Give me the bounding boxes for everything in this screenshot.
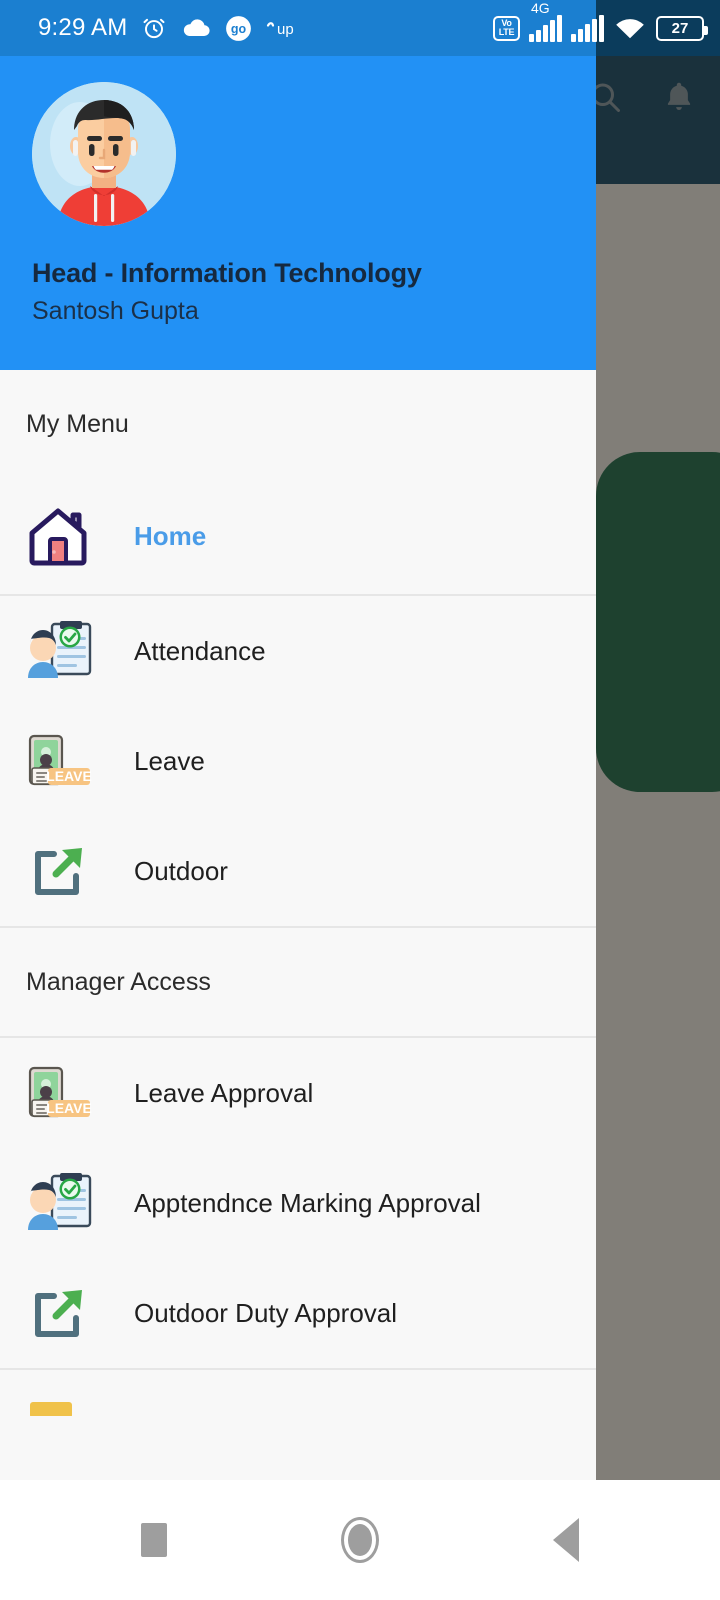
outdoor-icon <box>26 1277 102 1349</box>
green-dashboard-card[interactable] <box>596 452 720 792</box>
attendance-icon <box>26 1167 102 1239</box>
profile-role: Head - Information Technology <box>32 258 422 288</box>
svg-text:up: up <box>277 21 294 38</box>
drawer-header: Head - Information Technology Santosh Gu… <box>0 56 596 370</box>
system-navigation-bar <box>0 1480 720 1600</box>
recents-square-icon[interactable] <box>122 1508 186 1572</box>
battery-icon: 27 <box>656 15 708 41</box>
menu-item-label: Apptendnce Marking Approval <box>134 1187 481 1218</box>
alarm-clock-icon <box>141 15 167 41</box>
svg-text:LEAVE: LEAVE <box>46 1100 92 1116</box>
menu-item-outdoor-duty-approval[interactable]: Outdoor Duty Approval <box>0 1258 596 1368</box>
svg-text:LEAVE: LEAVE <box>46 768 92 784</box>
section-header-manager-access: Manager Access <box>0 928 596 1036</box>
menu-item-label: Leave Approval <box>134 1077 314 1108</box>
attendance-icon <box>26 615 102 687</box>
battery-percent-label: 27 <box>671 19 689 37</box>
status-bar-left: 9:29 AM go up <box>38 14 300 42</box>
status-bar: 9:29 AM go up Vo LTE 4G 27 <box>0 0 720 56</box>
status-time: 9:29 AM <box>38 14 128 41</box>
partial-badge-icon <box>26 1370 102 1416</box>
leave-icon: LEAVE <box>26 725 102 797</box>
signal-bars-sim2-icon <box>571 14 604 42</box>
wifi-icon <box>613 15 647 41</box>
menu-item-leave-approval[interactable]: LEAVE Leave Approval <box>0 1038 596 1148</box>
menu-item-label: Attendance <box>134 635 266 666</box>
section-header-my-menu: My Menu <box>0 370 596 478</box>
home-icon <box>26 500 102 572</box>
menu-item-home[interactable]: Home <box>0 478 596 594</box>
signal-bars-sim1-icon: 4G <box>529 0 562 42</box>
menu-item-label: Outdoor Duty Approval <box>134 1297 398 1328</box>
leave-icon: LEAVE <box>26 1057 102 1129</box>
menu-item-attendance-marking-approval[interactable]: Apptendnce Marking Approval <box>0 1148 596 1258</box>
menu-item-partial-next[interactable] <box>0 1370 596 1416</box>
back-triangle-icon[interactable] <box>534 1508 598 1572</box>
volte-bottom-label: LTE <box>498 27 515 37</box>
navigation-drawer: Head - Information Technology Santosh Gu… <box>0 56 596 1480</box>
menu-item-label: Outdoor <box>134 855 228 886</box>
svg-text:go: go <box>231 22 247 36</box>
home-circle-icon[interactable] <box>328 1508 392 1572</box>
volte-icon: Vo LTE <box>493 15 520 41</box>
bell-icon[interactable] <box>656 74 702 120</box>
go-badge-icon: go <box>225 15 252 42</box>
cloud-icon <box>181 17 211 39</box>
profile-name: Santosh Gupta <box>32 297 199 325</box>
phone-screen: 9:29 AM go up Vo LTE 4G 27 Head - Inform… <box>0 0 720 1600</box>
menu-item-label: Home <box>134 520 207 551</box>
up-icon: up <box>266 17 300 39</box>
app-bar-actions <box>582 74 702 120</box>
menu-item-outdoor[interactable]: Outdoor <box>0 816 596 926</box>
status-bar-right: Vo LTE 4G 27 <box>493 0 708 42</box>
menu-item-attendance[interactable]: Attendance <box>0 596 596 706</box>
avatar <box>32 82 176 226</box>
menu-item-label: Leave <box>134 745 205 776</box>
menu-item-leave[interactable]: LEAVE Leave <box>0 706 596 816</box>
drawer-menu-list: My Menu Home Attendance LEAVE Leave Outd… <box>0 370 596 1416</box>
outdoor-icon <box>26 835 102 907</box>
network-generation-label: 4G <box>531 0 550 16</box>
